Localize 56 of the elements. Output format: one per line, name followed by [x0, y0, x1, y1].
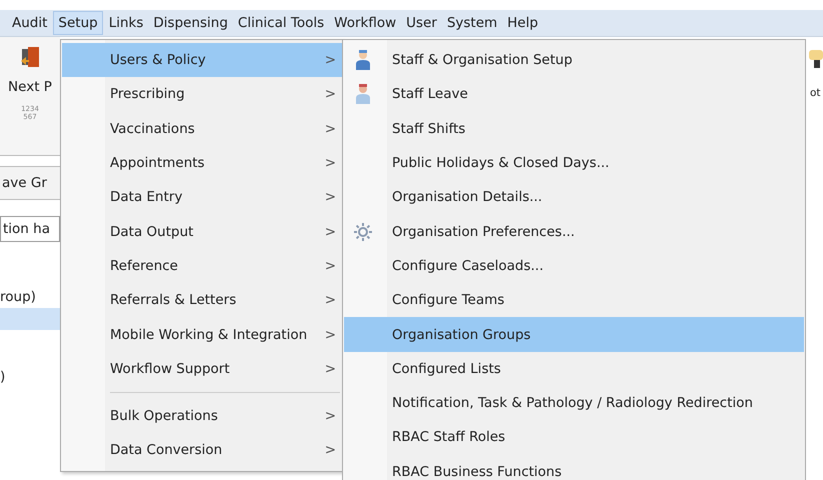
submenu-arrow: >: [324, 86, 336, 102]
submenu-arrow: >: [324, 52, 336, 68]
menu-bar-item[interactable]: Workflow: [330, 12, 400, 34]
menu-item[interactable]: Organisation Preferences...: [344, 214, 804, 249]
menu-item[interactable]: Staff Leave: [344, 77, 804, 112]
door-arrow-icon[interactable]: [19, 45, 41, 69]
submenu-arrow: >: [324, 224, 336, 240]
group-header: ave Gr: [0, 166, 60, 200]
submenu-arrow: >: [324, 155, 336, 172]
menu-item[interactable]: Notification, Task & Pathology / Radiology Redirection: [344, 386, 804, 420]
list-row[interactable]: roup): [0, 286, 60, 308]
menu-item[interactable]: Configured Lists: [344, 352, 804, 386]
menu-bar-item[interactable]: Clinical Tools: [234, 12, 328, 34]
menu-item[interactable]: Data Conversion >: [62, 433, 342, 468]
submenu-arrow: >: [324, 326, 336, 343]
menu-bar-item[interactable]: System: [442, 12, 502, 34]
menu-item[interactable]: Prescribing >: [62, 77, 342, 112]
text-field[interactable]: tion ha: [0, 216, 60, 242]
menu-item[interactable]: Mobile Working & Integration >: [62, 317, 342, 352]
menu-item[interactable]: Data Output >: [62, 214, 342, 249]
list-row[interactable]: ): [0, 366, 60, 388]
menu-bar-item[interactable]: Dispensing: [149, 12, 232, 34]
menu-item[interactable]: Public Holidays & Closed Days...: [344, 146, 804, 180]
menu-item[interactable]: Staff Shifts: [344, 112, 804, 146]
menu-item[interactable]: Appointments >: [62, 146, 342, 180]
nurse-icon: [354, 83, 372, 106]
menu-item[interactable]: RBAC Staff Roles: [344, 420, 804, 455]
toolbar-label: ot: [810, 87, 821, 99]
submenu-arrow: >: [324, 442, 336, 458]
menu-item[interactable]: Data Entry >: [62, 180, 342, 214]
submenu-arrow: >: [324, 292, 336, 308]
menu-item[interactable]: Organisation Groups: [344, 317, 804, 352]
menu-item[interactable]: Staff & Organisation Setup: [344, 43, 804, 78]
menu-bar-item[interactable]: Audit: [8, 12, 52, 34]
menu-bar-item[interactable]: Setup: [53, 11, 103, 35]
submenu-arrow: >: [324, 408, 336, 424]
menu-item[interactable]: Vaccinations >: [62, 112, 342, 146]
menu-item[interactable]: Bulk Operations >: [62, 398, 342, 434]
menu-item[interactable]: Configure Caseloads...: [344, 248, 804, 284]
menu-item[interactable]: RBAC Business Functions: [344, 454, 804, 480]
menu-item[interactable]: Workflow Support >: [62, 352, 342, 386]
toolbar-label: Next P: [8, 79, 52, 95]
menu-item[interactable]: Configure Teams: [344, 283, 804, 318]
menu-bar-item[interactable]: Links: [104, 12, 148, 34]
submenu-arrow: >: [324, 120, 336, 137]
gear-icon: [353, 222, 373, 242]
menu-bar-item[interactable]: User: [402, 12, 441, 34]
menu-item[interactable]: Users & Policy >: [62, 43, 342, 78]
menu-bar-item[interactable]: Help: [503, 12, 542, 34]
menu-item[interactable]: Organisation Details...: [344, 180, 804, 214]
submenu-arrow: >: [324, 360, 336, 377]
submenu-arrow: >: [324, 189, 336, 206]
menu-item[interactable]: Reference >: [62, 248, 342, 284]
doctor-icon: [354, 49, 372, 72]
submenu-arrow: >: [324, 258, 336, 274]
menu-item[interactable]: Referrals & Letters >: [62, 283, 342, 318]
